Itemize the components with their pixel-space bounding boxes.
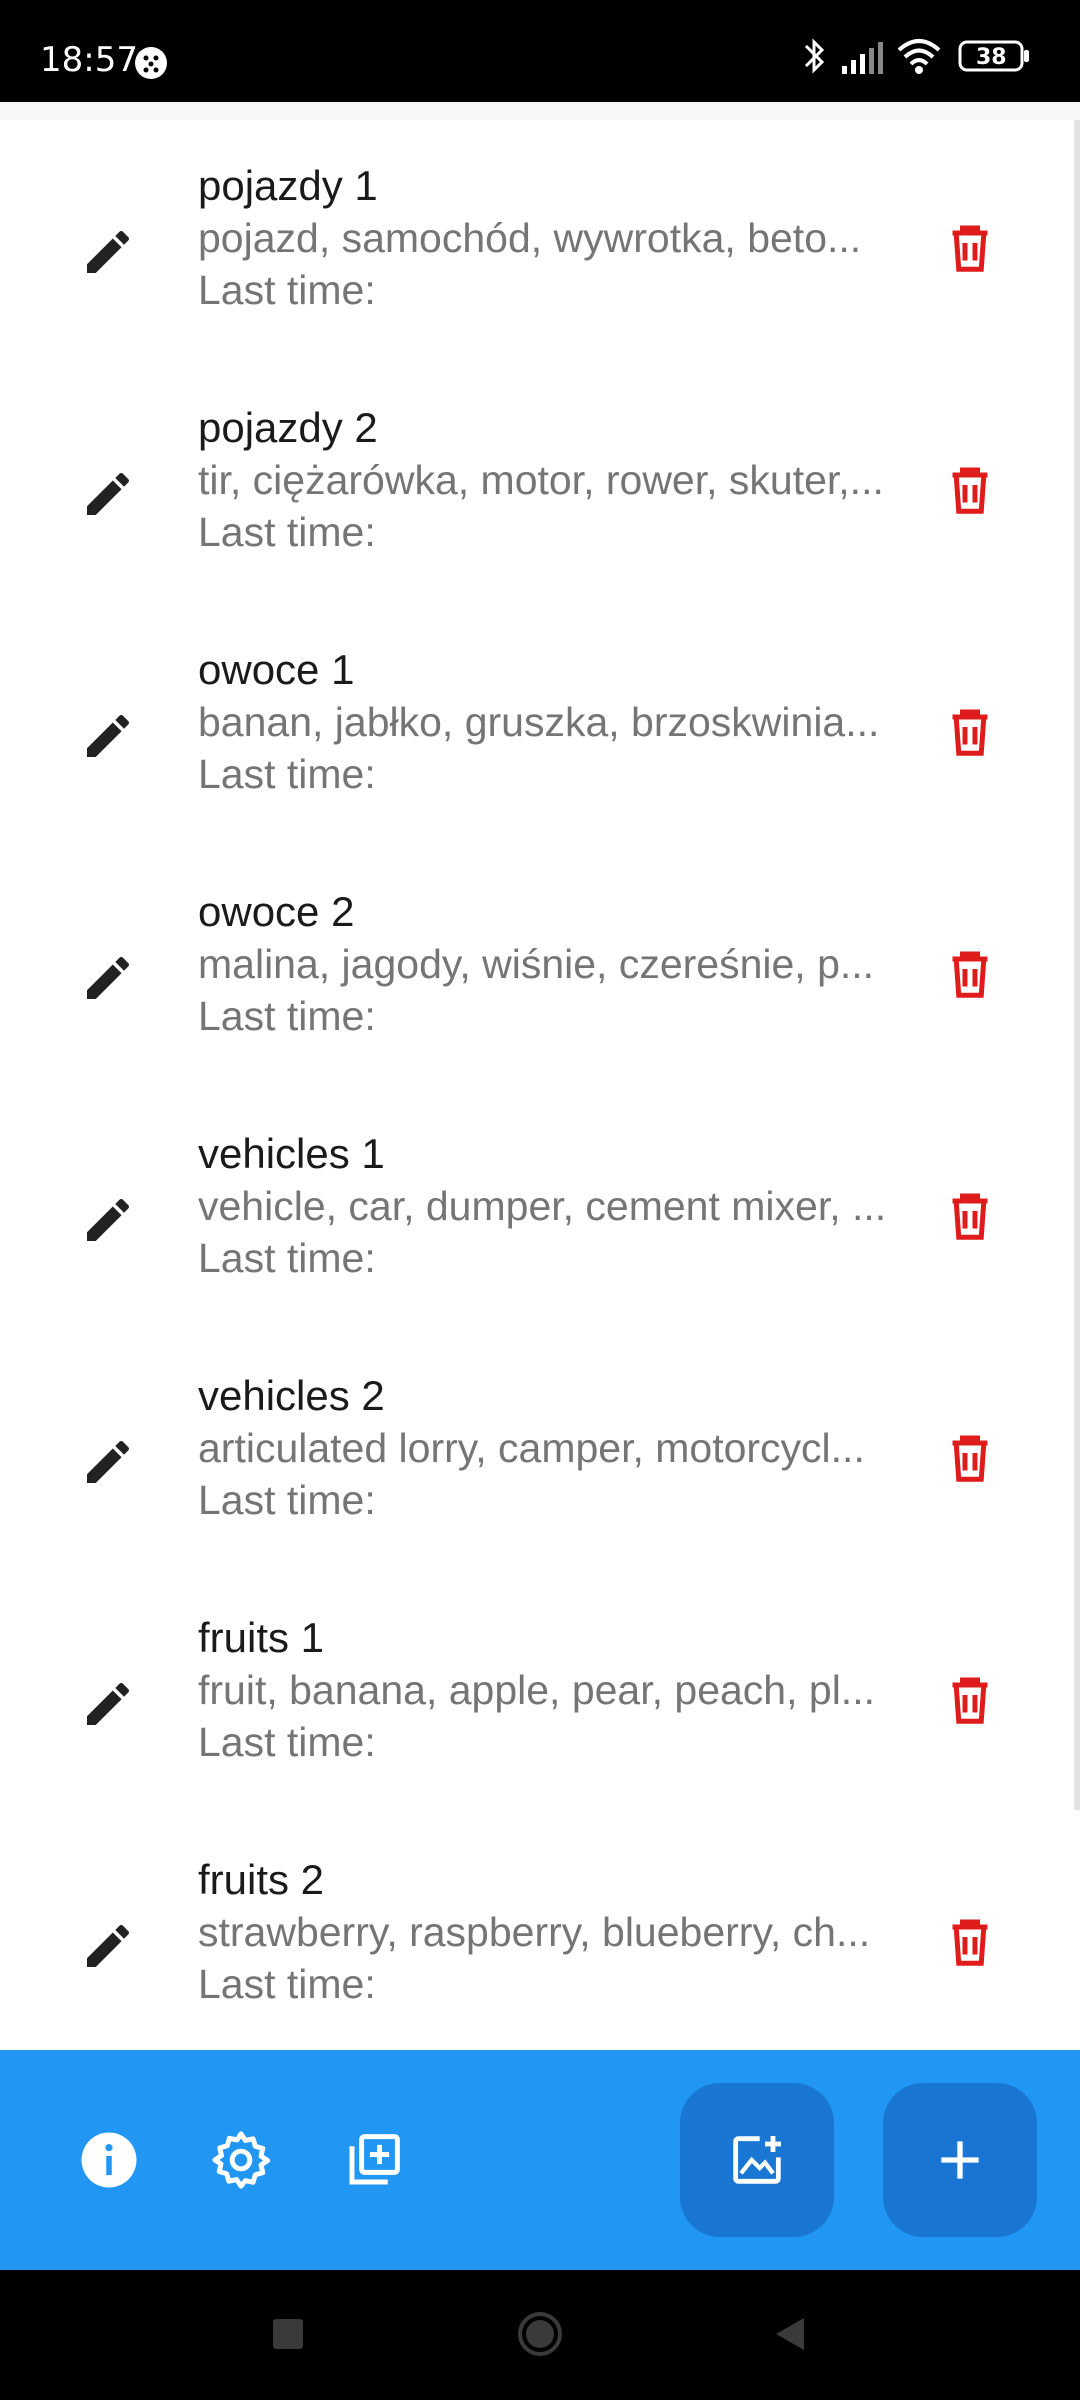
list-item-title: fruits 2 (198, 1856, 325, 1903)
add-image-set-button[interactable] (680, 2083, 834, 2237)
battery-level: 38 (976, 45, 1007, 70)
add-photo-icon (733, 2136, 781, 2184)
status-time: 18:57 (40, 40, 138, 80)
delete-icon[interactable] (940, 218, 1000, 278)
list-item-text: pojazdy 1 pojazd, samochód, wywrotka, be… (198, 160, 928, 316)
edit-icon[interactable] (80, 1918, 136, 1974)
list-item-text: vehicles 2 articulated lorry, camper, mo… (198, 1370, 928, 1526)
list-item-last-time: Last time: (198, 993, 376, 1039)
edit-icon[interactable] (80, 224, 136, 280)
edit-icon[interactable] (80, 950, 136, 1006)
list-item-last-time: Last time: (198, 751, 376, 797)
delete-icon[interactable] (940, 1670, 1000, 1730)
list-item[interactable]: pojazdy 1 pojazd, samochód, wywrotka, be… (0, 160, 1080, 402)
add-set-button[interactable] (883, 2083, 1037, 2237)
delete-icon[interactable] (940, 1428, 1000, 1488)
list-item-text: pojazdy 2 tir, ciężarówka, motor, rower,… (198, 402, 928, 558)
list-item-title: owoce 2 (198, 888, 355, 935)
app-bar-edge (0, 102, 1080, 120)
word-set-list[interactable]: pojazdy 1 pojazd, samochód, wywrotka, be… (0, 120, 1080, 2050)
wifi-icon (897, 39, 941, 74)
list-item-title: pojazdy 2 (198, 404, 378, 451)
delete-icon[interactable] (940, 702, 1000, 762)
list-item-text: fruits 1 fruit, banana, apple, pear, pea… (198, 1612, 928, 1768)
list-item-last-time: Last time: (198, 1961, 376, 2007)
list-item-title: owoce 1 (198, 646, 355, 693)
edit-icon[interactable] (80, 708, 136, 764)
list-item-words: banan, jabłko, gruszka, brzoskwinia... (198, 699, 880, 745)
list-item[interactable]: pojazdy 2 tir, ciężarówka, motor, rower,… (0, 402, 1080, 644)
info-icon[interactable] (76, 2127, 142, 2193)
list-item-title: pojazdy 1 (198, 162, 378, 209)
back-button[interactable] (770, 2314, 810, 2354)
edit-icon[interactable] (80, 1434, 136, 1490)
list-item-last-time: Last time: (198, 1235, 376, 1281)
delete-icon[interactable] (940, 1912, 1000, 1972)
list-item-words: tir, ciężarówka, motor, rower, skuter,..… (198, 457, 884, 503)
system-navigation-bar (0, 2270, 1080, 2400)
list-item-words: pojazd, samochód, wywrotka, beto... (198, 215, 862, 261)
edit-icon[interactable] (80, 466, 136, 522)
bluetooth-icon (804, 38, 825, 74)
scrollbar[interactable] (1074, 120, 1080, 1810)
list-item[interactable]: vehicles 1 vehicle, car, dumper, cement … (0, 1128, 1080, 1370)
list-item-title: vehicles 2 (198, 1372, 385, 1419)
status-icons: 38 (800, 36, 1040, 76)
list-item[interactable]: owoce 2 malina, jagody, wiśnie, czereśni… (0, 886, 1080, 1128)
edit-icon[interactable] (80, 1676, 136, 1732)
list-item[interactable]: vehicles 2 articulated lorry, camper, mo… (0, 1370, 1080, 1612)
list-item[interactable]: owoce 1 banan, jabłko, gruszka, brzoskwi… (0, 644, 1080, 886)
add-to-library-icon[interactable] (341, 2127, 407, 2193)
list-item[interactable]: fruits 1 fruit, banana, apple, pear, pea… (0, 1612, 1080, 1854)
status-bar: 18:57 38 (0, 0, 1080, 102)
delete-icon[interactable] (940, 460, 1000, 520)
recent-apps-button[interactable] (270, 2316, 306, 2352)
notification-dot-icon (135, 47, 167, 79)
list-item[interactable]: fruits 2 strawberry, raspberry, blueberr… (0, 1854, 1080, 2050)
edit-icon[interactable] (80, 1192, 136, 1248)
plus-icon (941, 2141, 979, 2179)
home-button[interactable] (516, 2310, 564, 2358)
list-item-text: vehicles 1 vehicle, car, dumper, cement … (198, 1128, 928, 1284)
list-item-text: owoce 2 malina, jagody, wiśnie, czereśni… (198, 886, 928, 1042)
list-item-last-time: Last time: (198, 509, 376, 555)
list-item-words: articulated lorry, camper, motorcycl... (198, 1425, 865, 1471)
signal-icon (842, 42, 883, 74)
list-item-title: vehicles 1 (198, 1130, 385, 1177)
list-item-text: fruits 2 strawberry, raspberry, blueberr… (198, 1854, 928, 2010)
list-item-title: fruits 1 (198, 1614, 325, 1661)
list-item-words: malina, jagody, wiśnie, czereśnie, p... (198, 941, 875, 987)
list-item-words: fruit, banana, apple, pear, peach, pl... (198, 1667, 875, 1713)
gear-icon[interactable] (208, 2127, 274, 2193)
list-item-words: vehicle, car, dumper, cement mixer, ... (198, 1183, 887, 1229)
list-item-last-time: Last time: (198, 267, 376, 313)
delete-icon[interactable] (940, 1186, 1000, 1246)
list-item-last-time: Last time: (198, 1719, 376, 1765)
list-item-words: strawberry, raspberry, blueberry, ch... (198, 1909, 871, 1955)
list-item-last-time: Last time: (198, 1477, 376, 1523)
delete-icon[interactable] (940, 944, 1000, 1004)
list-item-text: owoce 1 banan, jabłko, gruszka, brzoskwi… (198, 644, 928, 800)
